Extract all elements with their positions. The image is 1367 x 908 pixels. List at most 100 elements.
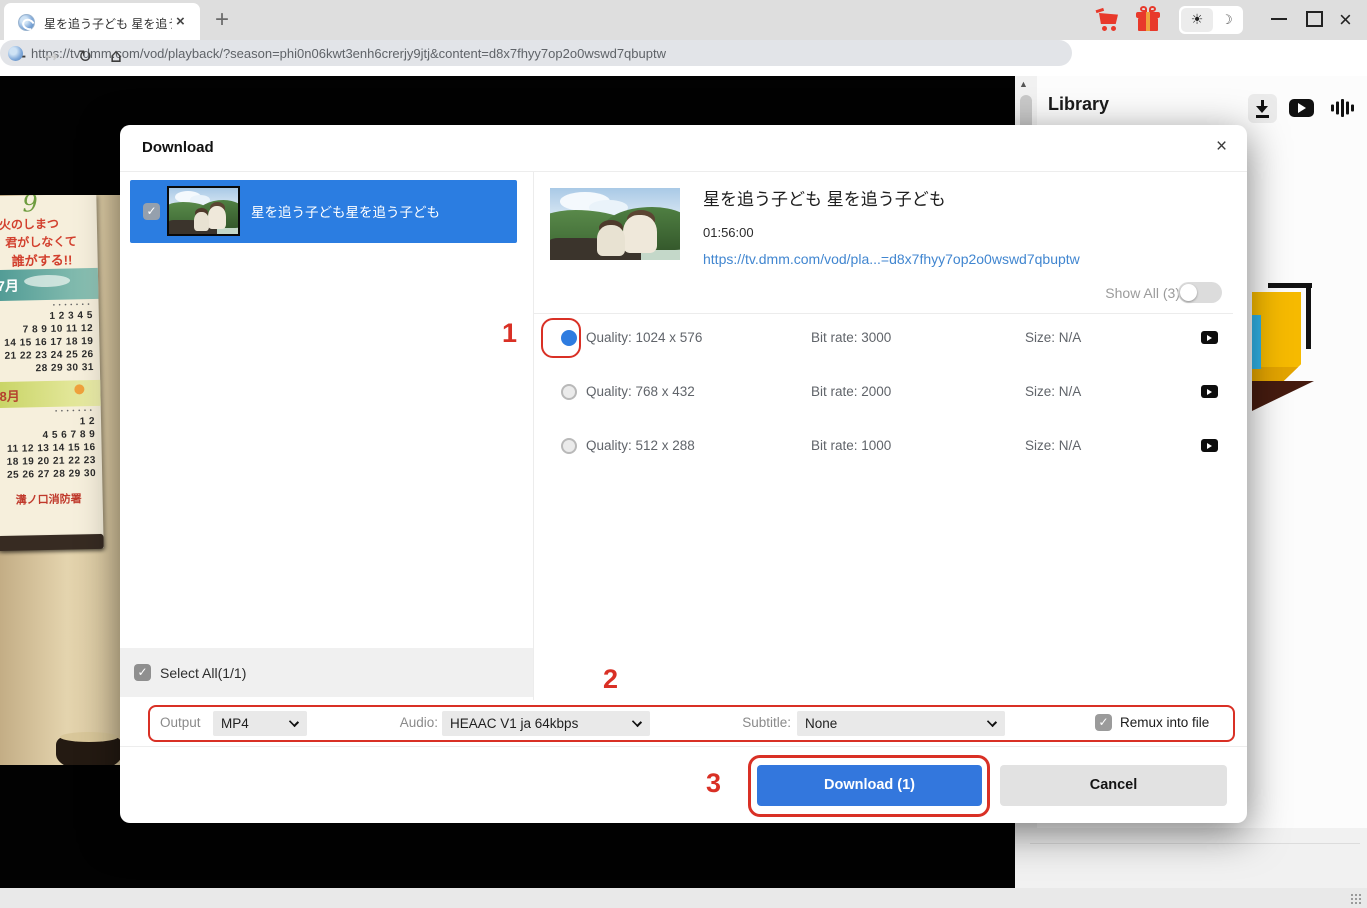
calendar-slogan: 君がしなくて [5, 232, 77, 250]
window-maximize-button[interactable] [1306, 11, 1323, 27]
video-title: 星を追う子ども 星を追う子ども [703, 185, 946, 210]
footer-divider [120, 746, 1247, 747]
calendar-week-row: 1 2 [1, 416, 101, 429]
browser-tab[interactable]: 星を追う子ども 星を追う × [4, 3, 200, 40]
quality-list-divider [533, 313, 1233, 314]
calendar-week-row: 11 12 13 14 15 16 [1, 442, 101, 455]
download-icon-base [1256, 115, 1269, 118]
pot [56, 732, 121, 765]
dialog-close-icon[interactable]: × [1216, 136, 1227, 158]
resize-grip-icon[interactable] [1350, 893, 1362, 904]
calendar-week-row: 18 19 20 21 22 23 [2, 455, 102, 468]
library-downloads-tab[interactable] [1248, 94, 1277, 123]
cart-wheel [1111, 26, 1116, 31]
calendar-week-row: 28 29 30 31 [0, 362, 100, 375]
scroll-up-icon[interactable]: ▲ [1019, 79, 1028, 89]
refresh-button[interactable]: ↻ [78, 47, 92, 67]
new-tab-button[interactable]: + [215, 6, 229, 34]
video-duration: 01:56:00 [703, 225, 754, 240]
light-mode-icon[interactable]: ☀ [1181, 8, 1213, 32]
item-checkbox[interactable]: ✓ [143, 203, 160, 220]
cart-icon[interactable] [1096, 9, 1121, 31]
dialog-title: Download [142, 139, 214, 156]
quality-radio[interactable] [561, 384, 577, 400]
select-all-label[interactable]: Select All(1/1) [160, 665, 246, 681]
theme-toggle[interactable]: ☀ ☽ [1179, 6, 1243, 34]
video-url-link[interactable]: https://tv.dmm.com/vod/pla...=d8x7fhyy7o… [703, 251, 1080, 267]
cart-body [1099, 13, 1118, 24]
show-all-toggle[interactable] [1178, 282, 1222, 303]
pot-top [60, 732, 118, 742]
calendar-day-header: • • • • • • • [1, 408, 101, 416]
calendar-week-row: 25 26 27 28 29 30 [2, 468, 102, 481]
toggle-knob [1180, 284, 1197, 301]
dark-mode-icon[interactable]: ☽ [1213, 13, 1241, 28]
item-title: 星を追う子ども星を追う子ども [251, 201, 511, 221]
status-bar [0, 888, 1367, 908]
bitrate-label: Bit rate: 3000 [811, 330, 891, 345]
play-preview-icon[interactable] [1201, 331, 1218, 344]
sidebar-footer [1015, 828, 1367, 888]
select-all-checkbox[interactable]: ✓ [134, 664, 151, 681]
calendar-rod [0, 534, 104, 551]
annotation-step-2: 2 [603, 664, 618, 695]
video-frame: 9 火のしまつ 君がしなくて 誰がする!! 7月 • • • • • • • 1… [0, 195, 121, 765]
calendar-slogan: 火のしまつ [0, 215, 59, 233]
calendar-script-number: 9 [22, 195, 38, 217]
tab-title: 星を追う子ども 星を追う [44, 15, 172, 32]
video-list-item[interactable]: ✓ 星を追う子ども星を追う子ども [130, 180, 517, 243]
site-favicon-icon [18, 14, 35, 31]
illustration-stripe [1252, 315, 1261, 369]
quality-label[interactable]: Quality: 768 x 432 [586, 384, 695, 399]
illustration-bracket [1306, 283, 1311, 349]
calendar-week-row: 7 8 9 10 11 12 [0, 323, 99, 336]
quality-radio[interactable] [561, 438, 577, 454]
url-bar[interactable]: https://tv.dmm.com/vod/playback/?season=… [0, 40, 1072, 66]
url-text[interactable]: https://tv.dmm.com/vod/playback/?season=… [31, 46, 666, 61]
library-video-tab[interactable] [1289, 99, 1314, 117]
illustration-tip [1252, 381, 1314, 411]
size-label: Size: N/A [1025, 438, 1081, 453]
empty-library-illustration [1235, 281, 1315, 491]
sidebar-divider [1030, 843, 1360, 844]
show-all-label: Show All (3) [1060, 285, 1180, 301]
calendar-week-row: 1 2 3 4 5 [0, 310, 99, 323]
item-thumbnail [167, 186, 240, 236]
url-favicon-icon [8, 46, 23, 61]
size-label: Size: N/A [1025, 384, 1081, 399]
window-minimize-button[interactable] [1271, 18, 1287, 20]
bitrate-label: Bit rate: 2000 [811, 384, 891, 399]
video-thumbnail [550, 188, 680, 260]
library-title: Library [1048, 94, 1109, 115]
calendar-week-row: 21 22 23 24 25 26 [0, 349, 100, 362]
annotation-box-output-bar [148, 705, 1235, 742]
calendar-month-label: 7月 [0, 276, 19, 296]
play-preview-icon[interactable] [1201, 439, 1218, 452]
gift-ribbon [1146, 12, 1150, 31]
dialog-panel-divider [533, 172, 534, 700]
tab-close-icon[interactable]: × [176, 13, 185, 30]
tab-bar: 星を追う子ども 星を追う × + ☀ ☽ × [0, 0, 1367, 40]
window-close-button[interactable]: × [1339, 7, 1352, 33]
gift-icon[interactable] [1136, 7, 1160, 32]
play-preview-icon[interactable] [1201, 385, 1218, 398]
quality-label[interactable]: Quality: 1024 x 576 [586, 330, 702, 345]
cart-wheel [1102, 26, 1107, 31]
annotation-step-3: 3 [706, 768, 721, 799]
calendar-slogan: 誰がする!! [11, 249, 72, 269]
navigation-bar: ← → ↻ ⌂ https://tv.dmm.com/vod/playback/… [0, 40, 1367, 76]
size-label: Size: N/A [1025, 330, 1081, 345]
calendar-day-header: • • • • • • • [0, 302, 99, 310]
bitrate-label: Bit rate: 1000 [811, 438, 891, 453]
dialog-header-divider [120, 171, 1247, 172]
annotation-step-1: 1 [502, 318, 517, 349]
home-button[interactable]: ⌂ [110, 45, 122, 67]
quality-label[interactable]: Quality: 512 x 288 [586, 438, 695, 453]
cancel-button[interactable]: Cancel [1000, 765, 1227, 806]
annotation-circle-radio [541, 318, 581, 358]
select-all-bar: ✓ Select All(1/1) [120, 648, 533, 697]
calendar-week-row: 4 5 6 7 8 9 [1, 429, 101, 442]
library-audio-tab[interactable] [1331, 99, 1355, 117]
forward-button[interactable]: → [44, 47, 58, 67]
download-icon-arrowhead [1256, 106, 1268, 113]
